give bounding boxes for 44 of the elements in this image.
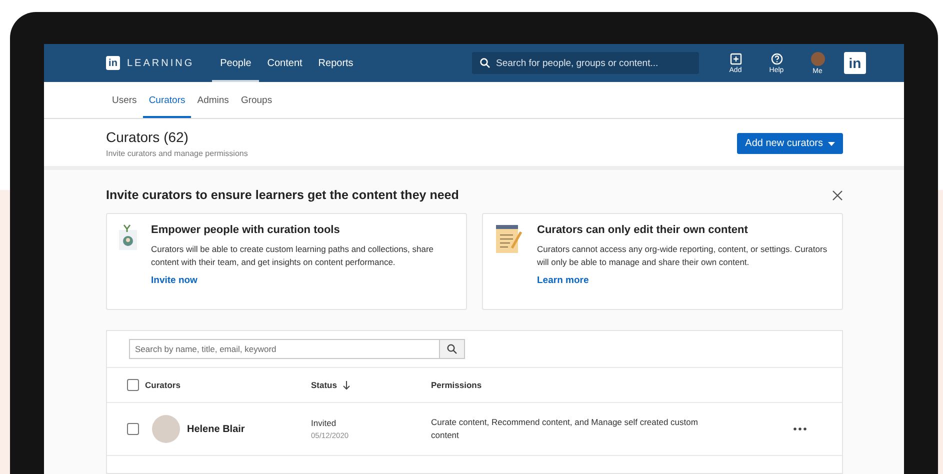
notepad-icon: [495, 224, 523, 254]
status-text: Invited: [311, 418, 338, 428]
curator-name: Helene Blair: [187, 424, 245, 434]
sort-arrow-icon: [342, 380, 350, 390]
brand-logo: in: [844, 52, 866, 74]
card-title: Curators can only edit their own content: [537, 224, 749, 236]
section-title: Invite curators to ensure learners get the content they need: [106, 188, 459, 202]
nav-tab[interactable]: Content: [259, 44, 310, 82]
page-subtitle: Invite curators and manage permissions: [106, 149, 248, 158]
search-icon: [480, 58, 490, 68]
nav-tab[interactable]: People: [212, 44, 260, 82]
caret-icon: [828, 142, 835, 146]
column-header[interactable]: Status: [311, 380, 337, 390]
page-title: Curators (62): [106, 129, 190, 145]
logo-text: LEARNING: [127, 58, 194, 68]
sub-tab[interactable]: Users: [106, 82, 143, 118]
plus-square-icon: [730, 52, 742, 64]
person-icon: [119, 224, 137, 250]
close-icon[interactable]: [832, 190, 843, 200]
more-options-icon[interactable]: [792, 425, 808, 433]
sub-tab[interactable]: Curators: [142, 82, 192, 118]
card-text: Curators cannot access any org-wide reporting, content, or settings. Curators will only be able to manage and share their own content.: [537, 243, 828, 268]
permissions-text: Curate content, Recommend content, and Manage self created custom content: [431, 416, 699, 442]
column-header[interactable]: Permissions: [431, 380, 482, 390]
sub-tab[interactable]: Groups: [234, 82, 278, 118]
column-header[interactable]: Curators: [145, 380, 180, 390]
search-icon: [447, 344, 457, 354]
sub-tab[interactable]: Admins: [191, 82, 235, 118]
card-title: Empower people with curation tools: [151, 224, 341, 236]
search-button[interactable]: [439, 339, 465, 359]
card-link[interactable]: Invite now: [151, 274, 198, 286]
logo-badge: in: [106, 56, 120, 70]
help-icon: [770, 52, 782, 64]
add-curators-button[interactable]: Add new curators: [737, 133, 843, 154]
card-link[interactable]: Learn more: [537, 274, 589, 286]
card-text: Curators will be able to create custom learning paths and collections, share content with their team, and get insights on content performance.: [151, 243, 435, 268]
search-placeholder: Search for people, groups or content...: [496, 58, 658, 68]
avatar-icon: [810, 52, 824, 66]
table-search-field[interactable]: Search by name, title, email, keyword: [129, 339, 439, 359]
checkbox[interactable]: [127, 379, 139, 391]
avatar-placeholder: [152, 415, 180, 443]
search-field[interactable]: Search for people, groups or content...: [472, 52, 699, 74]
checkbox[interactable]: [127, 423, 139, 435]
nav-tab[interactable]: Reports: [310, 44, 362, 82]
